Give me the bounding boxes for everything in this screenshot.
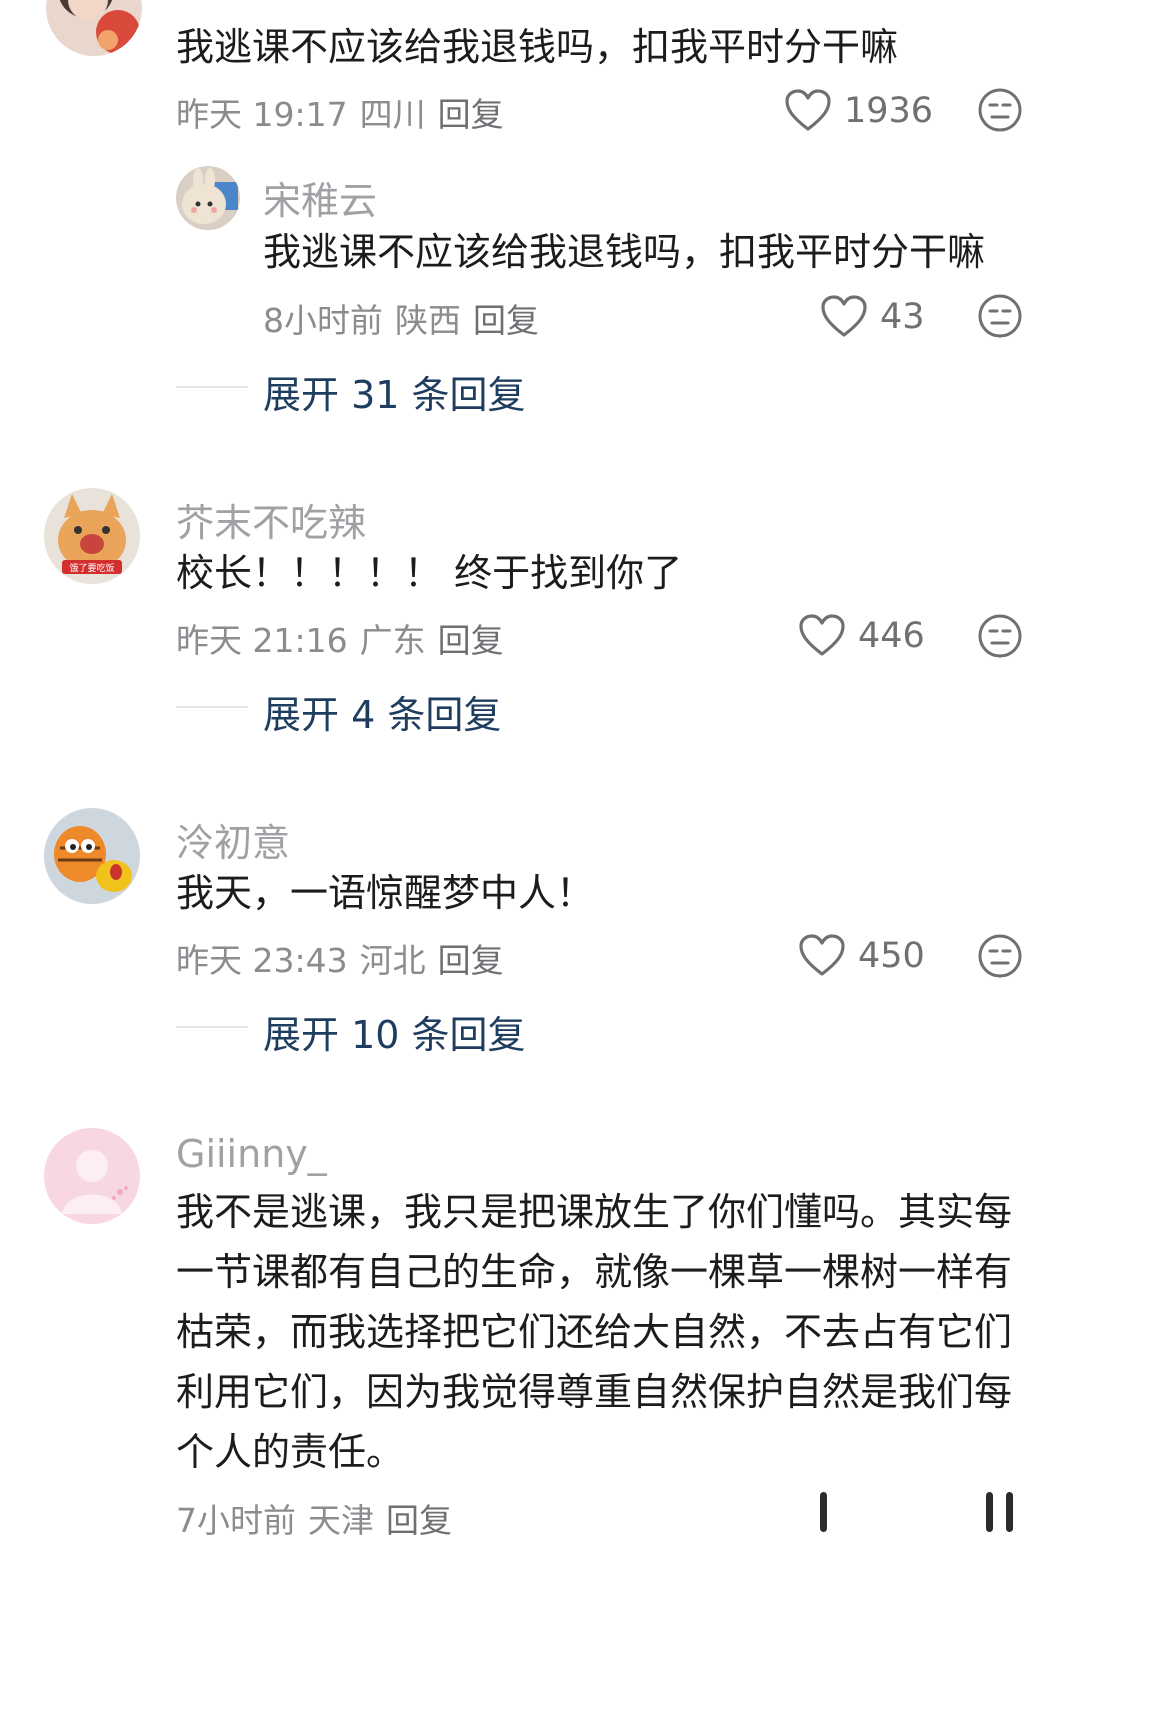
comment-time: 昨天 21:16 <box>176 621 348 660</box>
dislike-button[interactable] <box>976 612 1024 660</box>
comment-text: 我逃课不应该给我退钱吗，扣我平时分干嘛 <box>176 25 899 69</box>
comment-location: 天津 <box>308 1501 374 1540</box>
comment-author[interactable]: 泠初意 <box>176 812 290 867</box>
comment-text: 我天，一语惊醒梦中人！ <box>176 871 595 915</box>
comment-location: 广东 <box>359 621 426 660</box>
comment-time: 昨天 23:43 <box>176 941 348 980</box>
reply-button[interactable]: 回复 <box>438 621 504 660</box>
reply-button[interactable]: 回复 <box>386 1501 452 1540</box>
heart-outline-icon <box>799 614 845 656</box>
avatar[interactable]: 饿了要吃饭 <box>44 488 140 584</box>
dislike-face-icon <box>978 88 1022 132</box>
comment-text-line: 个人的责任。 <box>176 1430 405 1474</box>
heart-outline-icon <box>785 89 831 131</box>
comment-meta: 昨天 23:43 河北 回复 <box>176 934 516 982</box>
like-count: 450 <box>858 936 925 976</box>
like-button[interactable]: 43 <box>820 292 925 342</box>
comment-text-line: 我不是逃课，我只是把课放生了你们懂吗。其实每 <box>176 1190 1013 1234</box>
scroll-indicator[interactable] <box>986 1492 993 1532</box>
comment-author[interactable]: Giiinny_ <box>176 1132 327 1176</box>
comment-time: 昨天 19:17 <box>176 95 348 134</box>
avatar[interactable] <box>44 1128 140 1224</box>
reply-button[interactable]: 回复 <box>438 941 504 980</box>
expand-divider <box>176 1026 248 1028</box>
reply-meta: 8小时前 陕西 回复 <box>263 294 551 342</box>
reply-button[interactable]: 回复 <box>438 95 504 134</box>
comment-location: 河北 <box>359 941 426 980</box>
like-button[interactable]: 450 <box>798 931 925 981</box>
comment-text-line: 一节课都有自己的生命，就像一棵草一棵树一样有 <box>176 1250 1013 1294</box>
reply-time: 8小时前 <box>263 301 383 340</box>
dislike-button[interactable] <box>976 86 1024 134</box>
expand-divider <box>176 386 248 388</box>
like-count: 446 <box>858 616 925 656</box>
comment-author[interactable]: 芥末不吃辣 <box>176 492 366 547</box>
avatar[interactable] <box>44 808 140 904</box>
comment-text-line: 利用它们，因为我觉得尊重自然保护自然是我们每 <box>176 1370 1013 1414</box>
heart-outline-icon <box>799 934 845 976</box>
reply-location: 陕西 <box>395 301 461 340</box>
expand-replies-button[interactable]: 展开 10 条回复 <box>263 1004 526 1059</box>
avatar[interactable] <box>46 0 142 56</box>
scroll-indicator[interactable] <box>820 1492 827 1532</box>
comment-text-line: 枯荣，而我选择把它们还给大自然，不去占有它们 <box>176 1310 1013 1354</box>
reply-button[interactable]: 回复 <box>473 301 539 340</box>
comment-text: 校长！！！！！ 终于找到你了 <box>176 551 683 595</box>
expand-replies-button[interactable]: 展开 4 条回复 <box>263 684 501 739</box>
expand-replies-button[interactable]: 展开 31 条回复 <box>263 364 526 419</box>
avatar-caption: 饿了要吃饭 <box>69 562 114 574</box>
heart-outline-icon <box>821 295 867 337</box>
comment-location: 四川 <box>359 95 426 134</box>
avatar[interactable] <box>176 166 240 230</box>
like-count: 43 <box>880 297 925 337</box>
dislike-face-icon <box>978 614 1022 658</box>
comment-meta: 昨天 19:17 四川 回复 <box>176 88 516 136</box>
like-count: 1936 <box>844 91 934 131</box>
like-button[interactable]: 1936 <box>784 86 933 136</box>
like-button[interactable]: 446 <box>798 611 925 661</box>
scroll-indicator[interactable] <box>1006 1492 1013 1532</box>
expand-divider <box>176 706 248 708</box>
dislike-button[interactable] <box>976 292 1024 340</box>
reply-author[interactable]: 宋稚云 <box>263 170 377 225</box>
dislike-button[interactable] <box>976 932 1024 980</box>
dislike-face-icon <box>978 294 1022 338</box>
reply-text: 我逃课不应该给我退钱吗，扣我平时分干嘛 <box>263 230 986 274</box>
comment-meta: 7小时前 天津 回复 <box>176 1494 464 1542</box>
comment-meta: 昨天 21:16 广东 回复 <box>176 614 516 662</box>
dislike-face-icon <box>978 934 1022 978</box>
comment-time: 7小时前 <box>176 1501 296 1540</box>
